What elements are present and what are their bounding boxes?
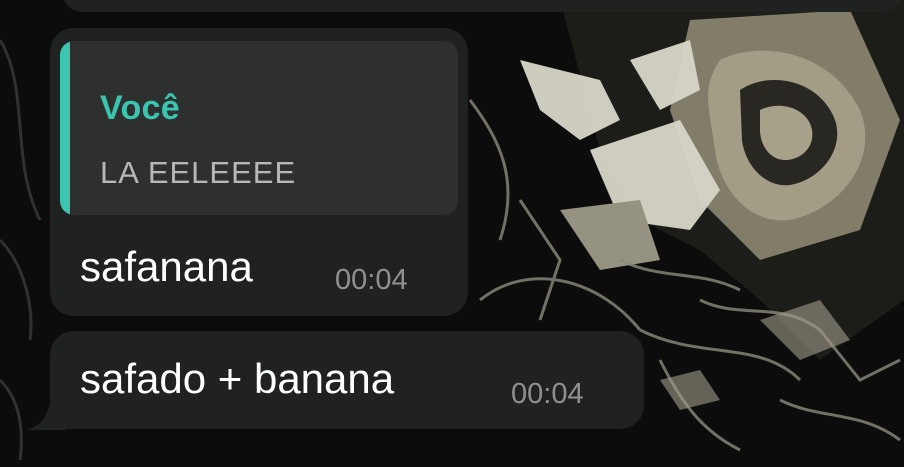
message-text: safado + banana [80,355,395,402]
reply-quote[interactable]: Você LA EELEEEE [60,41,458,215]
message-timestamp: 00:04 [335,264,408,296]
message-bubble[interactable]: safado + banana 00:04 [50,331,644,429]
previous-message-bubble [62,0,902,12]
message-text: safanana [80,243,253,290]
reply-accent-bar [60,41,70,215]
reply-quoted-text: LA EELEEEE [100,155,297,190]
message-timestamp: 00:04 [511,378,584,410]
reply-author: Você [100,89,180,127]
message-bubble-reply[interactable]: Você LA EELEEEE safanana 00:04 [50,28,468,316]
